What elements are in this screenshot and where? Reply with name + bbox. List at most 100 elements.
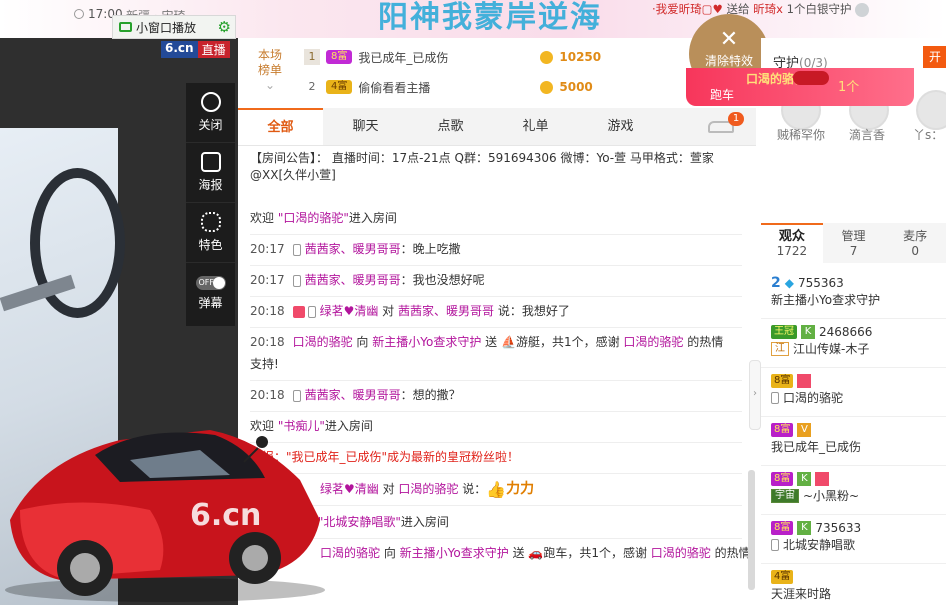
viewer-name[interactable]: 新主播小Yo查求守护 — [771, 291, 880, 309]
gear-icon[interactable]: ⚙ — [218, 18, 231, 36]
thumbs-up-icon: 👍 — [486, 479, 507, 499]
rank-user-name[interactable]: 我已成年_已成伤 — [358, 49, 528, 66]
viewer-item[interactable]: 4富 天涯来时路 — [771, 569, 946, 603]
vip-icon — [292, 305, 305, 318]
wealth-level-badge: 8富 — [771, 521, 794, 535]
welcome-suffix: 进入房间 — [348, 211, 397, 225]
chat-user[interactable]: 茜茜家、暖男哥哥 — [305, 242, 401, 256]
k-badge: K — [801, 325, 815, 339]
viewer-name[interactable]: 我已成年_已成伤 — [771, 438, 861, 456]
rank-row[interactable]: 2 4富 偷偷看看主播 5000 — [304, 76, 744, 98]
svg-text:6.cn: 6.cn — [190, 498, 261, 533]
tab-label: 管理 — [841, 229, 866, 243]
danmaku-toggle[interactable]: OFF 弹幕 — [186, 263, 235, 323]
tab-car[interactable]: 1 — [686, 108, 756, 145]
chat-user[interactable]: 口渴的骆驼 — [293, 335, 353, 349]
chat-scrollbar[interactable] — [748, 470, 755, 590]
chat-message-continued: 支持! — [250, 357, 279, 371]
tab-label: 观众 — [778, 229, 805, 244]
chevron-down-icon: ⌄ — [264, 78, 276, 92]
ranking-side-label[interactable]: 本场 榜单 ⌄ — [250, 48, 290, 93]
guard-name[interactable]: 滴言香 — [849, 126, 885, 143]
viewer-id: 2468666 — [819, 325, 873, 339]
chat-tabs: 全部 聊天 点歌 礼单 游戏 1 — [238, 108, 756, 146]
tab-admins[interactable]: 管理 7 — [823, 223, 885, 263]
toggle-switch[interactable]: OFF — [195, 275, 226, 290]
viewer-item[interactable]: 8富 V 我已成年_已成伤 — [771, 422, 946, 456]
effects-button[interactable]: 特色 — [186, 203, 235, 263]
tab-games[interactable]: 游戏 — [578, 108, 663, 145]
message-text: ：我也没想好呢 — [400, 273, 485, 287]
diamond-icon: ◆ — [784, 276, 794, 290]
divider — [250, 380, 742, 381]
gift-target[interactable]: 昕琦x — [753, 2, 783, 16]
viewer-item[interactable]: 8富 口渴的骆驼 — [771, 373, 946, 407]
tab-all[interactable]: 全部 — [238, 108, 323, 145]
chat-target-user[interactable]: 新主播小Yo查求守护 — [400, 546, 509, 560]
divider — [250, 327, 742, 328]
divider — [761, 416, 946, 417]
right-panel: 守护(0/3) 开 贼稀罕你 滴言香 丫s： 观众 1722 管理 7 麦序 0… — [761, 38, 946, 605]
viewer-id: 735633 — [815, 521, 862, 535]
chat-target-user[interactable]: 茜茜家、暖男哥哥 — [398, 304, 494, 318]
chat-target-user[interactable]: 新主播小Yo查求守护 — [372, 335, 481, 349]
open-guard-button[interactable]: 开 — [923, 46, 946, 68]
effects-icon — [200, 212, 221, 232]
poster-button[interactable]: 海报 — [186, 143, 235, 203]
tab-song[interactable]: 点歌 — [408, 108, 493, 145]
gift-sender[interactable]: ·我爱昕琦▢♥ — [652, 2, 723, 16]
rank-value: 5000 — [559, 80, 593, 94]
tab-mic-queue[interactable]: 麦序 0 — [884, 223, 946, 263]
wealth-level-badge: 8富 — [326, 50, 353, 64]
wealth-level-badge: 8富 — [771, 472, 794, 486]
shield-icon — [855, 2, 870, 17]
viewer-name[interactable]: 口渴的骆驼 — [783, 389, 843, 407]
gift-broadcast: ·我爱昕琦▢♥ 送给 昕琦x 1个白银守护 — [652, 1, 870, 17]
guard-name[interactable]: 贼稀罕你 — [777, 126, 825, 143]
message-connector: 向 — [352, 335, 373, 349]
guard-name[interactable]: 丫s： — [913, 126, 943, 143]
logo-text: 6.cn — [161, 41, 198, 58]
message-connector: 送 — [481, 335, 501, 349]
viewer-item[interactable]: 8富 K 735633 北城安静唱歌 — [771, 520, 946, 554]
viewer-name[interactable]: 北城安静唱歌 — [783, 536, 855, 554]
chat-user[interactable]: 绿茗♥清幽 — [320, 304, 379, 318]
viewer-name[interactable]: ~小黑粉~ — [803, 487, 859, 505]
audience-tabs: 观众 1722 管理 7 麦序 0 — [761, 223, 946, 263]
message-text: ：想的撒？ — [400, 388, 461, 402]
chat-user[interactable]: 茜茜家、暖男哥哥 — [305, 273, 401, 287]
rank-row[interactable]: 1 8富 我已成年_已成伤 10250 — [304, 46, 744, 68]
coin-icon — [540, 80, 554, 94]
message-text: 的热情 — [710, 546, 751, 560]
site-logo: 6.cn 直播 — [161, 41, 230, 58]
chat-target-user[interactable]: 口渴的骆驼 — [398, 482, 458, 496]
viewer-item[interactable]: 王冠 K 2468666 江江山传媒-木子 — [771, 324, 946, 358]
rank-value: 10250 — [559, 50, 602, 64]
gift-message: 20:18 口渴的骆驼 向 新主播小Yo查求守护 送 ⛵游艇，共1个，感谢 口渴的… — [250, 332, 742, 352]
mini-window-button[interactable]: 小窗口播放 ⚙ — [112, 15, 236, 39]
close-button[interactable]: 关闭 — [186, 83, 235, 143]
tab-gifts[interactable]: 礼单 — [493, 108, 578, 145]
rank-user-name[interactable]: 偷偷看看主播 — [358, 79, 528, 96]
divider — [761, 367, 946, 368]
tab-chat[interactable]: 聊天 — [323, 108, 408, 145]
panel-collapse-handle[interactable]: › — [749, 360, 761, 430]
chat-user[interactable]: 口渴的骆驼 — [651, 546, 711, 560]
chat-user[interactable]: "北城安静唱歌" — [318, 515, 401, 529]
sports-car-icon: 🚗 — [528, 546, 544, 560]
phone-icon — [292, 274, 301, 287]
divider — [250, 265, 742, 266]
k-badge: K — [797, 472, 812, 486]
tab-audience[interactable]: 观众 1722 — [761, 223, 823, 263]
gift-text: 跑车，共1个，感谢 — [543, 546, 651, 560]
chat-user[interactable]: "口渴的骆驼" — [278, 211, 349, 225]
viewer-name[interactable]: 天涯来时路 — [771, 585, 831, 603]
chat-user[interactable]: 口渴的骆驼 — [623, 335, 683, 349]
viewer-item[interactable]: 2 ◆ 755363 新主播小Yo查求守护 — [771, 275, 946, 309]
rank-number: 1 — [304, 49, 320, 65]
viewer-name[interactable]: 江山传媒-木子 — [793, 340, 869, 358]
avatar[interactable] — [916, 90, 946, 130]
viewer-id: 755363 — [797, 276, 844, 290]
gift-message: 口渴的骆驼 向 新主播小Yo查求守护 送 🚗跑车，共1个，感谢 口渴的骆驼 的热… — [320, 543, 751, 563]
viewer-item[interactable]: 8富 K 宇宙 ~小黑粉~ — [771, 471, 946, 505]
